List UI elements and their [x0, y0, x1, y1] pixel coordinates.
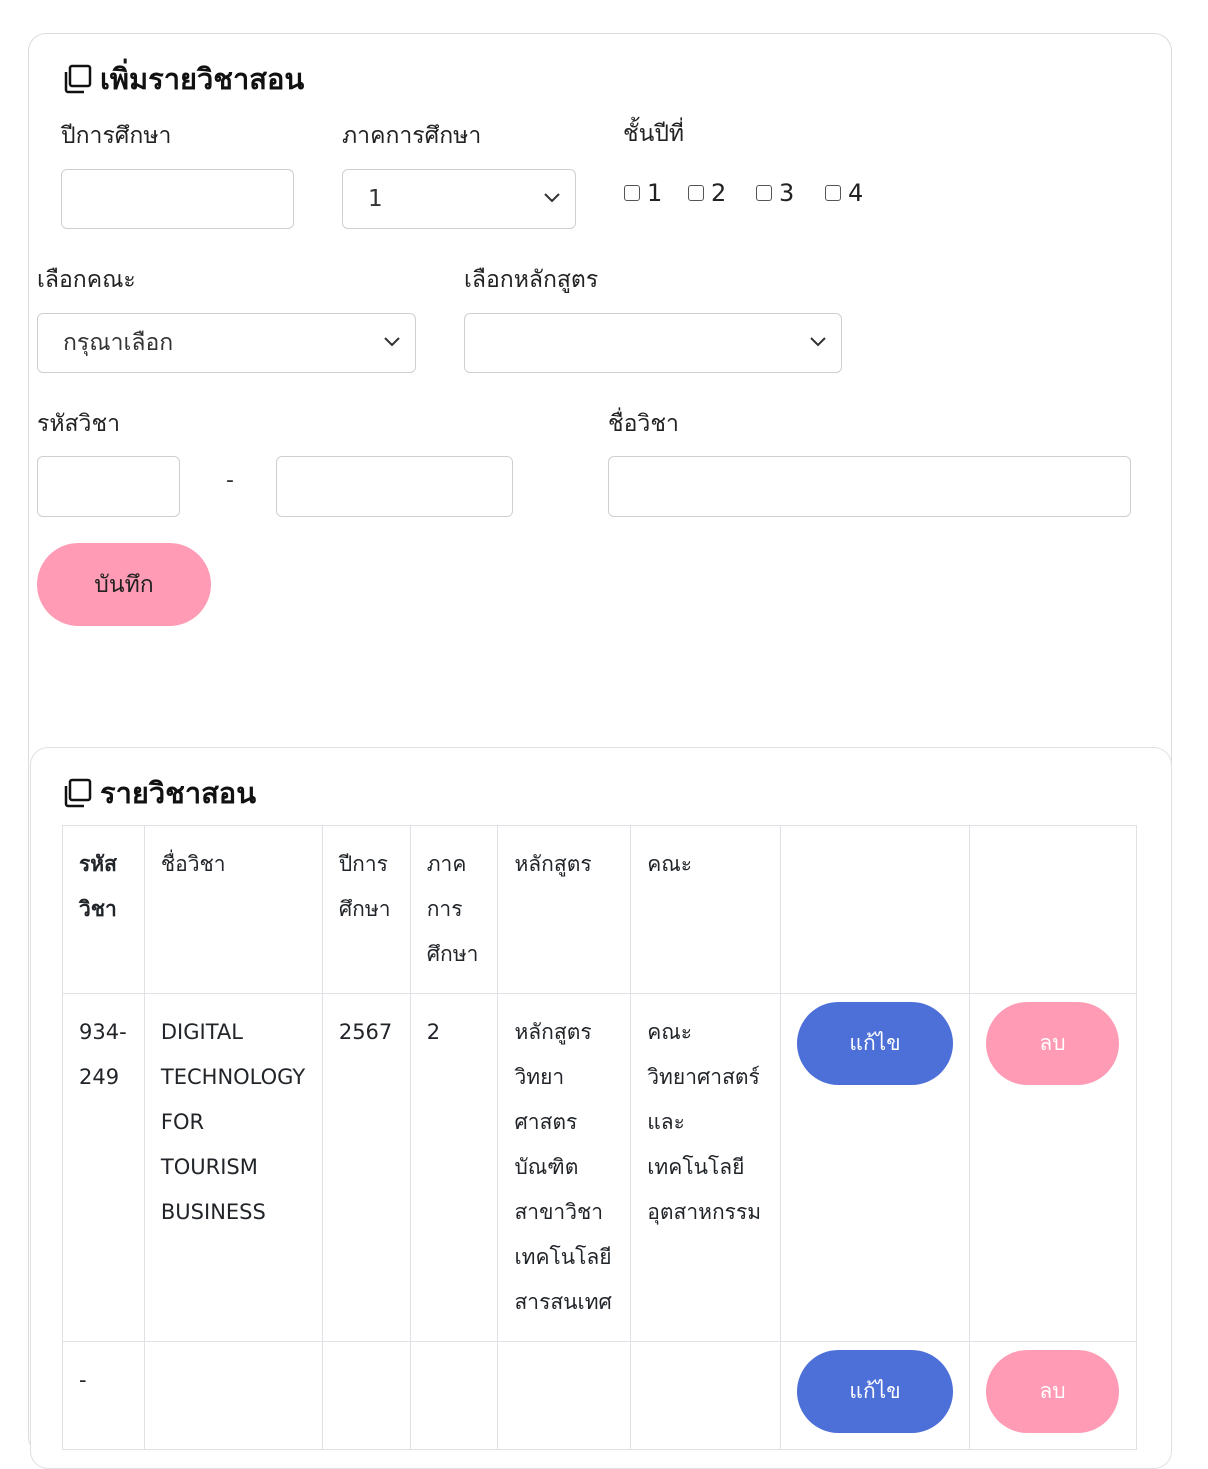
class-year-checkbox-1[interactable]: 1 — [624, 179, 662, 207]
class-year-checkbox-2[interactable]: 2 — [688, 179, 726, 207]
chevron-down-icon — [544, 193, 560, 203]
cell-curriculum — [497, 1341, 632, 1450]
course-code-separator: - — [226, 468, 234, 493]
course-name-input[interactable] — [608, 456, 1131, 517]
cell-curriculum: หลักสูตรวิทยาศาสตรบัณฑิต สาขาวิชาเทคโนโล… — [497, 993, 632, 1342]
cell-course-name: DIGITAL TECHNOLOGY FOR TOURISM BUSINESS — [143, 993, 323, 1342]
class-year-checkbox-4[interactable]: 4 — [825, 179, 863, 207]
copy-icon — [64, 778, 92, 808]
copy-icon — [64, 64, 92, 94]
curriculum-label: เลือกหลักสูตร — [464, 267, 599, 293]
add-course-title-text: เพิ่มรายวิชาสอน — [100, 62, 305, 96]
course-list-title-text: รายวิชาสอน — [100, 776, 257, 810]
cell-semester: 2 — [409, 993, 499, 1342]
cell-course-code: - — [62, 1341, 145, 1450]
course-list-title: รายวิชาสอน — [62, 770, 256, 816]
curriculum-select[interactable] — [464, 313, 842, 373]
save-button[interactable]: บันทึก — [37, 543, 211, 626]
cell-faculty: คณะวิทยาศาสตร์และเทคโนโลยีอุตสาหกรรม — [630, 993, 782, 1342]
cell-delete: ลบ — [969, 1341, 1137, 1450]
class-year-checkbox-3[interactable]: 3 — [756, 179, 794, 207]
add-course-title: เพิ่มรายวิชาสอน — [62, 56, 304, 102]
header-edit — [780, 825, 971, 994]
faculty-select-value: กรุณาเลือก — [63, 330, 174, 356]
edit-button[interactable]: แก้ไข — [797, 1002, 954, 1085]
cell-course-code: 934-249 — [62, 993, 145, 1342]
course-name-label: ชื่อวิชา — [608, 411, 679, 437]
course-code-suffix-input[interactable] — [276, 456, 513, 517]
course-code-prefix-input[interactable] — [37, 456, 180, 517]
faculty-label: เลือกคณะ — [37, 267, 136, 293]
header-course-code: รหัสวิชา — [62, 825, 145, 994]
cell-edit: แก้ไข — [780, 993, 971, 1342]
checkbox-icon[interactable] — [624, 185, 640, 201]
delete-button[interactable]: ลบ — [986, 1002, 1120, 1085]
checkbox-icon[interactable] — [825, 185, 841, 201]
faculty-select[interactable]: กรุณาเลือก — [37, 313, 416, 373]
course-table: รหัสวิชา ชื่อวิชา ปีการศึกษา ภาคการศึกษา… — [62, 825, 1137, 1450]
header-course-name: ชื่อวิชา — [143, 825, 323, 994]
semester-select[interactable]: 1 — [342, 169, 576, 229]
checkbox-icon[interactable] — [688, 185, 704, 201]
cell-semester — [409, 1341, 499, 1450]
table-row: 934-249 DIGITAL TECHNOLOGY FOR TOURISM B… — [62, 993, 1137, 1342]
semester-select-value: 1 — [368, 186, 383, 212]
cell-academic-year — [321, 1341, 411, 1450]
chevron-down-icon — [384, 337, 400, 347]
cell-course-name — [143, 1341, 323, 1450]
course-code-label: รหัสวิชา — [37, 411, 120, 437]
cell-faculty — [630, 1341, 782, 1450]
table-row: - แก้ไข ลบ — [62, 1341, 1137, 1450]
chevron-down-icon — [810, 337, 826, 347]
header-faculty: คณะ — [630, 825, 782, 994]
header-curriculum: หลักสูตร — [497, 825, 632, 994]
header-academic-year: ปีการศึกษา — [321, 825, 411, 994]
academic-year-label: ปีการศึกษา — [61, 123, 172, 149]
delete-button[interactable]: ลบ — [986, 1350, 1120, 1433]
cell-academic-year: 2567 — [321, 993, 411, 1342]
academic-year-input[interactable] — [61, 169, 294, 229]
class-year-label: ชั้นปีที่ — [623, 121, 685, 147]
semester-label: ภาคการศึกษา — [342, 123, 482, 149]
cell-edit: แก้ไข — [780, 1341, 971, 1450]
cell-delete: ลบ — [969, 993, 1137, 1342]
table-header-row: รหัสวิชา ชื่อวิชา ปีการศึกษา ภาคการศึกษา… — [62, 825, 1137, 994]
checkbox-icon[interactable] — [756, 185, 772, 201]
header-delete — [969, 825, 1137, 994]
header-semester: ภาคการศึกษา — [409, 825, 499, 994]
edit-button[interactable]: แก้ไข — [797, 1350, 954, 1433]
